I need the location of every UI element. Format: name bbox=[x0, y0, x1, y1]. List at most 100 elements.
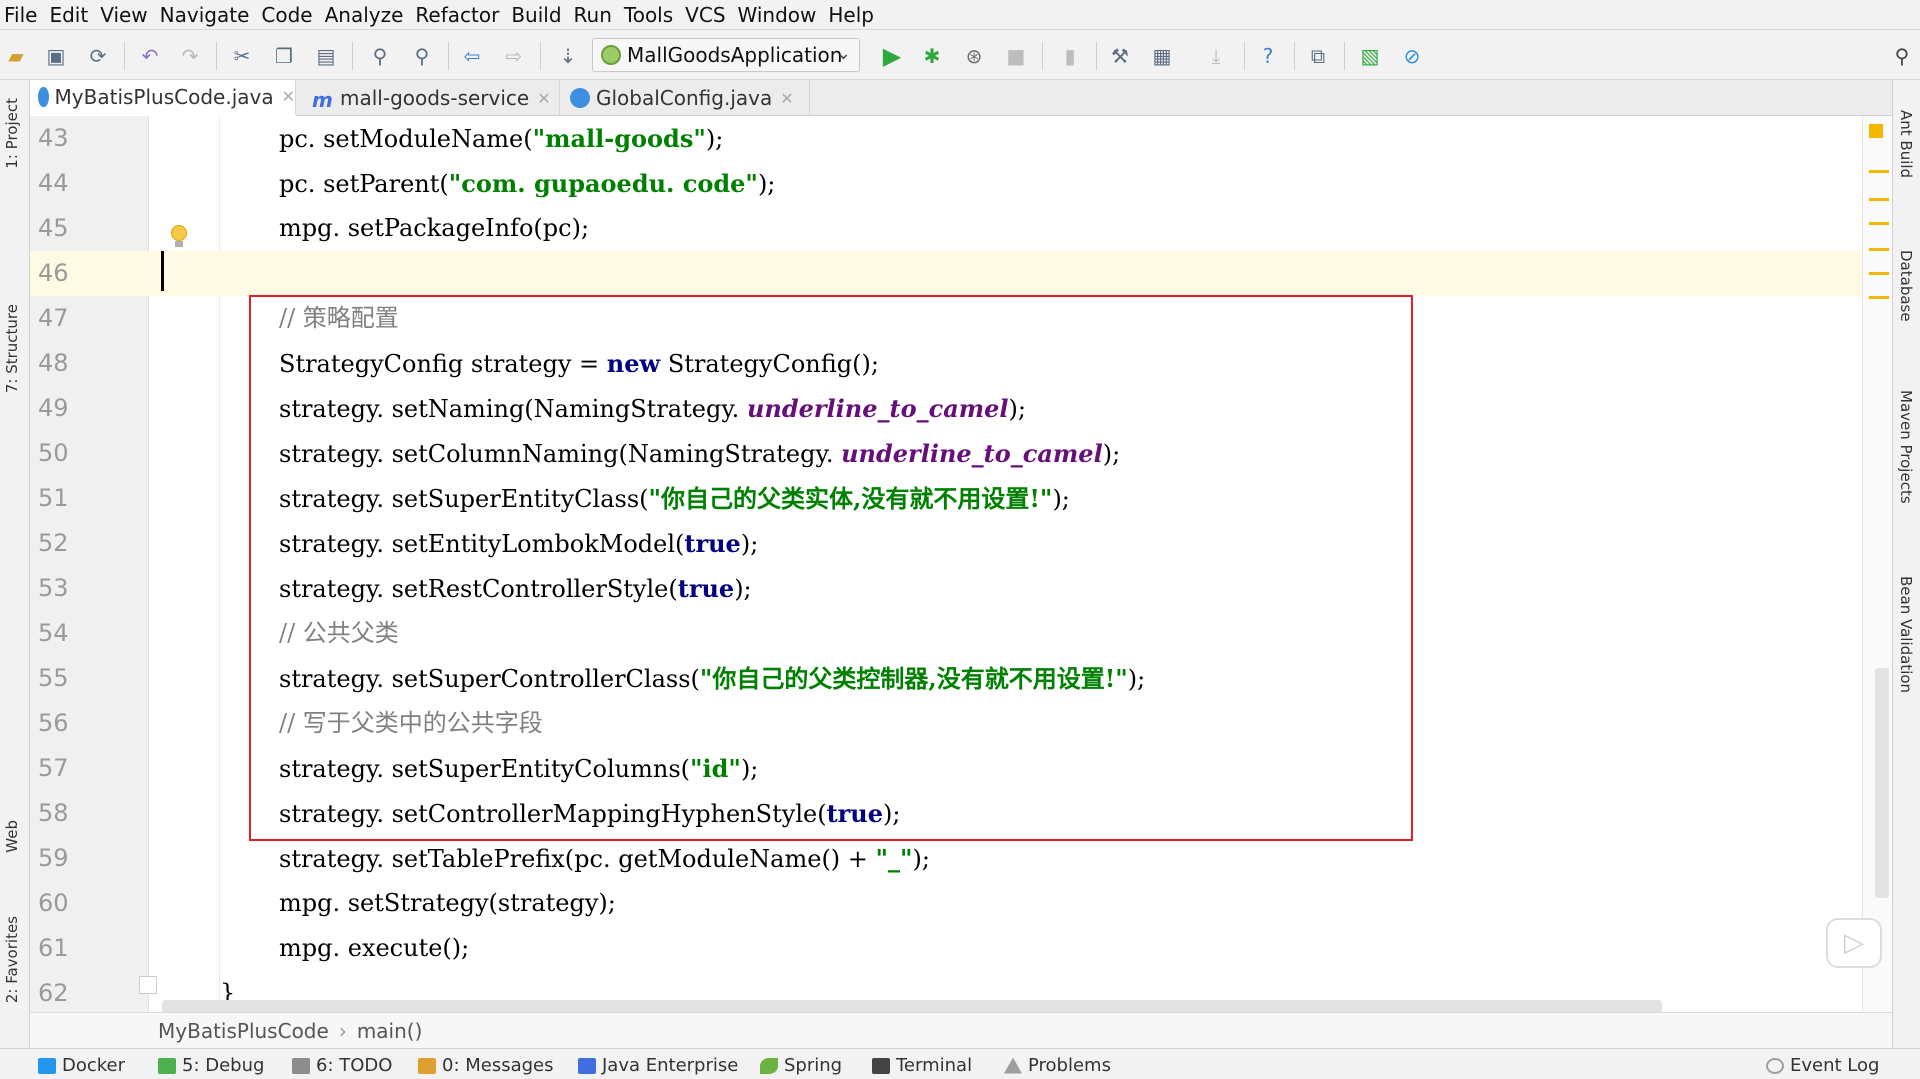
tab-mall-goods-service[interactable]: m mall-goods-service ✕ bbox=[304, 80, 560, 116]
update-icon[interactable]: ⤓ bbox=[1202, 42, 1230, 70]
tab-globalconfig[interactable]: GlobalConfig.java ✕ bbox=[562, 80, 810, 116]
tool-terminal[interactable]: Terminal bbox=[872, 1055, 972, 1076]
redo-icon[interactable]: ↷ bbox=[176, 42, 204, 70]
error-stripe[interactable] bbox=[1862, 116, 1892, 1012]
menu-edit[interactable]: Edit bbox=[47, 3, 98, 27]
menu-help[interactable]: Help bbox=[826, 3, 884, 27]
stop-icon[interactable]: ■ bbox=[1002, 42, 1030, 70]
warning-mark[interactable] bbox=[1869, 272, 1889, 275]
code-editor[interactable]: 43 pc. setModuleName("mall-goods"); 44 p… bbox=[30, 116, 1892, 1012]
tool-label: Problems bbox=[1028, 1055, 1111, 1076]
menu-refactor[interactable]: Refactor bbox=[413, 3, 509, 27]
tab-mybatispluscode[interactable]: MyBatisPlusCode.java ✕ bbox=[30, 80, 296, 116]
tool-web[interactable]: Web bbox=[3, 820, 21, 853]
menu-build[interactable]: Build bbox=[509, 3, 571, 27]
close-icon[interactable]: ✕ bbox=[780, 89, 793, 108]
tool-maven-projects[interactable]: Maven Projects bbox=[1897, 390, 1915, 504]
java-class-icon bbox=[570, 88, 590, 108]
build-icon[interactable]: ⇣ bbox=[554, 42, 582, 70]
tool-todo[interactable]: 6: TODO bbox=[292, 1055, 392, 1076]
spring-icon bbox=[760, 1057, 778, 1074]
play-icon[interactable]: ▷ bbox=[1826, 918, 1882, 968]
forward-icon[interactable]: ⇨ bbox=[500, 42, 528, 70]
warning-mark[interactable] bbox=[1869, 170, 1889, 173]
messages-icon bbox=[418, 1057, 436, 1074]
vertical-scrollbar-thumb[interactable] bbox=[1875, 668, 1889, 898]
tool-label: Spring bbox=[784, 1055, 843, 1076]
save-icon[interactable]: ▣ bbox=[42, 42, 70, 70]
code-line-current: 46 bbox=[30, 251, 1862, 296]
toolbar-separator bbox=[1042, 42, 1043, 70]
menu-code[interactable]: Code bbox=[259, 3, 322, 27]
tool-docker[interactable]: Docker bbox=[38, 1055, 125, 1076]
menu-vcs[interactable]: VCS bbox=[683, 3, 735, 27]
tool-messages[interactable]: 0: Messages bbox=[418, 1055, 554, 1076]
run-config-icon bbox=[601, 45, 621, 65]
warning-mark[interactable] bbox=[1869, 248, 1889, 251]
toolbar-separator bbox=[1294, 42, 1295, 70]
menu-navigate[interactable]: Navigate bbox=[158, 3, 260, 27]
warning-mark[interactable] bbox=[1869, 296, 1889, 299]
close-icon[interactable]: ✕ bbox=[282, 87, 295, 106]
search-everywhere-icon[interactable]: ⚲ bbox=[1888, 42, 1916, 70]
structure-icon[interactable]: ▦ bbox=[1148, 42, 1176, 70]
fold-marker-icon[interactable] bbox=[139, 976, 157, 994]
help-icon[interactable]: ? bbox=[1254, 42, 1282, 70]
tool-bean-validation[interactable]: Bean Validation bbox=[1897, 576, 1915, 693]
paste-icon[interactable]: ▤ bbox=[312, 42, 340, 70]
right-tool-strip: Ant Build Database Maven Projects Bean V… bbox=[1892, 80, 1920, 1048]
replace-icon[interactable]: ⚲ bbox=[408, 42, 436, 70]
docker-icon bbox=[38, 1057, 56, 1074]
bookmark-icon[interactable]: ▮ bbox=[1056, 42, 1084, 70]
disable-icon[interactable]: ⊘ bbox=[1398, 42, 1426, 70]
text-caret bbox=[161, 251, 164, 291]
sdk-icon[interactable]: ⧉ bbox=[1304, 42, 1332, 70]
cut-icon[interactable]: ✂ bbox=[228, 42, 256, 70]
tool-java-enterprise[interactable]: Java Enterprise bbox=[578, 1055, 738, 1076]
breadcrumb-method[interactable]: main() bbox=[357, 1019, 423, 1043]
code-text: pc. setParent("com. gupaoedu. code"); bbox=[279, 169, 776, 198]
tool-label: Event Log bbox=[1790, 1055, 1880, 1076]
chevron-down-icon: ⌄ bbox=[835, 43, 851, 64]
copy-icon[interactable]: ❐ bbox=[270, 42, 298, 70]
sync-icon[interactable]: ⟳ bbox=[84, 42, 112, 70]
menu-view[interactable]: View bbox=[98, 3, 157, 27]
find-icon[interactable]: ⚲ bbox=[366, 42, 394, 70]
debug-icon bbox=[158, 1057, 176, 1074]
warning-mark[interactable] bbox=[1869, 222, 1889, 225]
tool-database[interactable]: Database bbox=[1897, 250, 1915, 322]
run-icon[interactable]: ▶ bbox=[878, 42, 906, 70]
tool-event-log[interactable]: Event Log bbox=[1766, 1055, 1879, 1076]
tool-spring[interactable]: Spring bbox=[760, 1055, 842, 1076]
open-folder-icon[interactable]: ▰ bbox=[2, 42, 30, 70]
debug-icon[interactable]: ✱ bbox=[918, 42, 946, 70]
coverage-icon[interactable]: ⊛ bbox=[960, 42, 988, 70]
menu-file[interactable]: File bbox=[2, 3, 47, 27]
menu-tools[interactable]: Tools bbox=[622, 3, 683, 27]
menu-window[interactable]: Window bbox=[736, 3, 827, 27]
code-line: 61 mpg. execute(); bbox=[30, 926, 1862, 971]
toolbar-separator bbox=[1344, 42, 1345, 70]
todo-icon bbox=[292, 1057, 310, 1074]
close-icon[interactable]: ✕ bbox=[537, 89, 550, 108]
warning-mark[interactable] bbox=[1869, 198, 1889, 201]
tool-project[interactable]: 1: Project bbox=[3, 98, 21, 169]
menu-run[interactable]: Run bbox=[572, 3, 622, 27]
menu-analyze[interactable]: Analyze bbox=[323, 3, 414, 27]
tool-debug[interactable]: 5: Debug bbox=[158, 1055, 264, 1076]
undo-icon[interactable]: ↶ bbox=[136, 42, 164, 70]
line-number: 51 bbox=[38, 484, 69, 512]
tool-favorites[interactable]: 2: Favorites bbox=[3, 916, 21, 1003]
monitor-icon[interactable]: ▧ bbox=[1356, 42, 1384, 70]
tool-problems[interactable]: Problems bbox=[1004, 1055, 1111, 1076]
tool-ant-build[interactable]: Ant Build bbox=[1897, 110, 1915, 178]
back-icon[interactable]: ⇦ bbox=[458, 42, 486, 70]
breadcrumb-class[interactable]: MyBatisPlusCode bbox=[158, 1019, 329, 1043]
warning-status-icon[interactable] bbox=[1869, 124, 1883, 138]
run-configuration-label: MallGoodsApplication bbox=[627, 43, 843, 67]
terminal-icon bbox=[872, 1057, 890, 1074]
settings-icon[interactable]: ⚒ bbox=[1106, 42, 1134, 70]
run-configuration-select[interactable]: MallGoodsApplication ⌄ bbox=[592, 38, 860, 72]
intention-bulb-icon[interactable] bbox=[171, 225, 187, 241]
tool-structure[interactable]: 7: Structure bbox=[3, 304, 21, 393]
